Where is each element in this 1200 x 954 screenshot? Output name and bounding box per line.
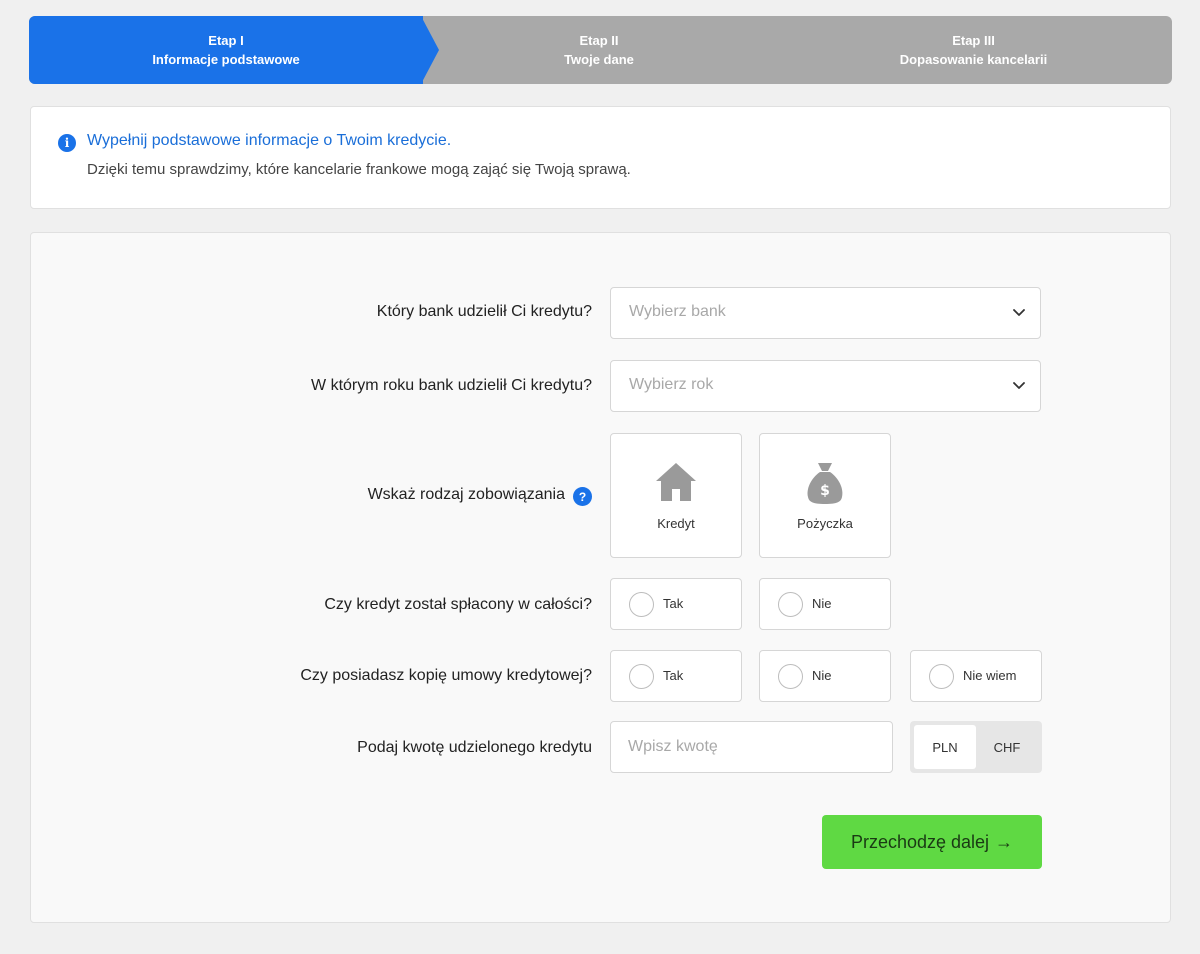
currency-pln[interactable]: PLN	[914, 725, 976, 769]
chevron-down-icon	[1013, 382, 1025, 389]
next-button[interactable]: Przechodzę dalej →	[822, 815, 1042, 869]
year-select[interactable]: Wybierz rok	[610, 360, 1041, 412]
step-1-title: Informacje podstawowe	[152, 52, 300, 67]
help-icon[interactable]: ?	[573, 487, 592, 506]
arrow-right-icon: →	[995, 831, 1014, 852]
chevron-down-icon	[1013, 309, 1025, 316]
info-title: Wypełnij podstawowe informacje o Twoim k…	[87, 132, 452, 149]
info-icon: i	[58, 134, 76, 152]
progress-steps: Etap I Informacje podstawowe Etap II Two…	[29, 16, 1172, 84]
money-bag-icon: $	[807, 463, 843, 504]
step-2-title: Twoje dane	[564, 52, 634, 67]
type-option-label: Kredyt	[657, 516, 695, 531]
radio-circle	[778, 592, 803, 617]
info-card: i Wypełnij podstawowe informacje o Twoim…	[30, 106, 1171, 209]
copy-option-nie-wiem[interactable]: Nie wiem	[910, 650, 1042, 702]
radio-label: Nie	[812, 668, 832, 683]
house-icon	[656, 463, 696, 501]
radio-circle	[929, 664, 954, 689]
bank-label: Który bank udzielił Ci kredytu?	[376, 303, 592, 320]
radio-circle	[778, 664, 803, 689]
step-2: Etap II Twoje dane	[423, 16, 775, 84]
next-button-label: Przechodzę dalej	[850, 831, 990, 852]
currency-toggle: PLN CHF	[910, 721, 1042, 773]
radio-label: Nie	[812, 596, 832, 611]
step-2-label: Etap II	[579, 33, 619, 48]
type-label: Wskaż rodzaj zobowiązania	[367, 486, 565, 503]
type-option-kredyt[interactable]: Kredyt	[610, 433, 742, 558]
repaid-label: Czy kredyt został spłacony w całości?	[324, 596, 592, 613]
amount-input[interactable]	[610, 721, 893, 773]
dollar-glyph: $	[820, 483, 830, 499]
step-1: Etap I Informacje podstawowe	[29, 16, 423, 84]
year-label: W którym roku bank udzielił Ci kredytu?	[311, 377, 592, 394]
radio-circle	[629, 592, 654, 617]
radio-label: Tak	[663, 596, 684, 611]
radio-label: Tak	[663, 668, 684, 683]
step-3: Etap III Dopasowanie kancelarii	[775, 16, 1172, 84]
radio-circle	[629, 664, 654, 689]
copy-option-nie[interactable]: Nie	[759, 650, 891, 702]
info-text: Dzięki temu sprawdzimy, które kancelarie…	[87, 161, 631, 178]
copy-label: Czy posiadasz kopię umowy kredytowej?	[300, 667, 592, 684]
copy-option-tak[interactable]: Tak	[610, 650, 742, 702]
radio-label: Nie wiem	[963, 668, 1017, 683]
step-3-label: Etap III	[952, 33, 995, 48]
repaid-option-nie[interactable]: Nie	[759, 578, 891, 630]
bank-placeholder: Wybierz bank	[629, 303, 726, 320]
type-option-pozyczka[interactable]: $ Pożyczka	[759, 433, 891, 558]
step-3-title: Dopasowanie kancelarii	[899, 52, 1048, 67]
currency-chf[interactable]: CHF	[976, 725, 1038, 769]
step-1-label: Etap I	[208, 33, 244, 48]
amount-label: Podaj kwotę udzielonego kredytu	[357, 739, 592, 756]
year-placeholder: Wybierz rok	[629, 376, 714, 393]
type-option-label: Pożyczka	[797, 516, 853, 531]
repaid-option-tak[interactable]: Tak	[610, 578, 742, 630]
bank-select[interactable]: Wybierz bank	[610, 287, 1041, 339]
